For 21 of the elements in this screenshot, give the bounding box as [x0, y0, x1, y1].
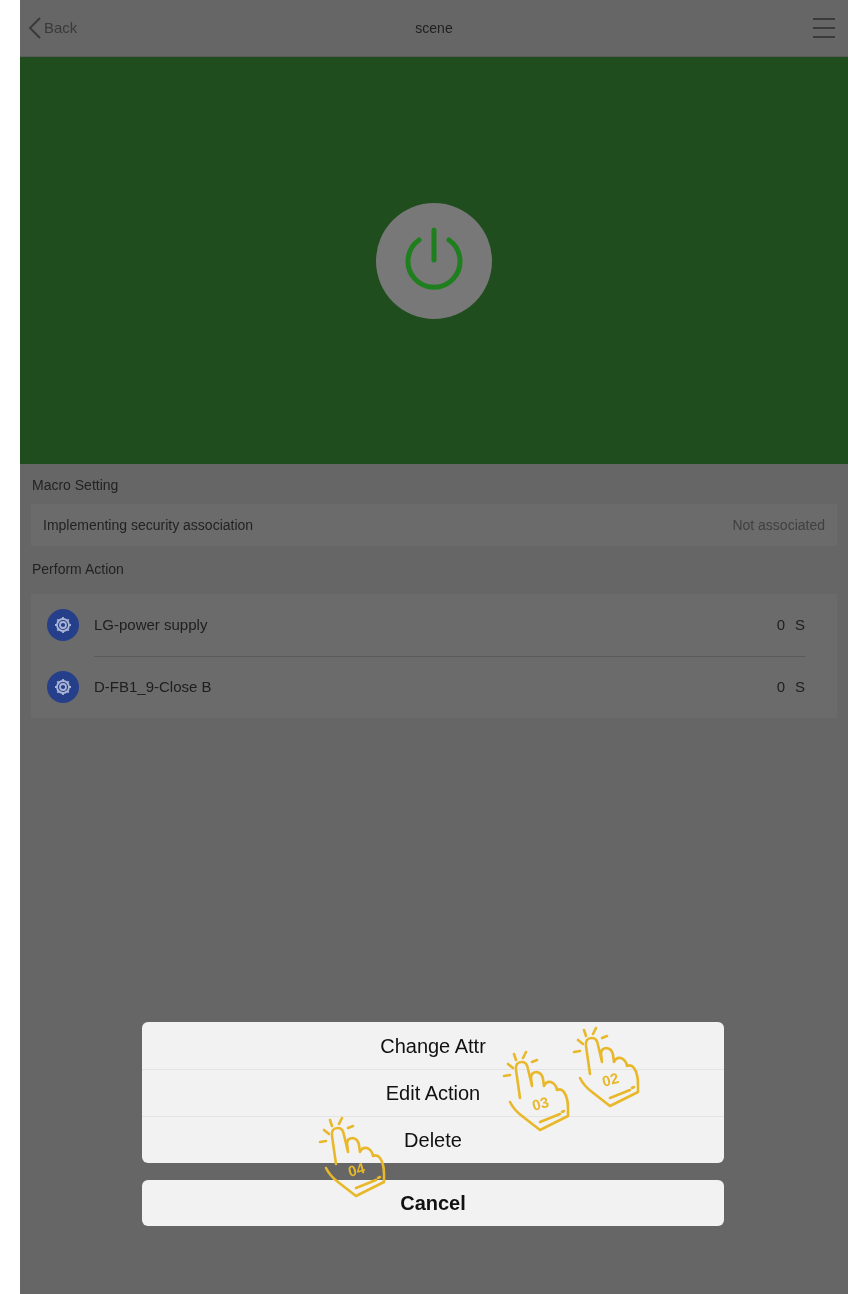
section-heading: Macro Setting: [31, 476, 120, 495]
menu-icon: [812, 17, 836, 39]
delay-value: 0: [776, 677, 785, 698]
step-number: 04: [346, 1160, 367, 1179]
step-number: 03: [530, 1094, 551, 1113]
section-heading: Perform Action: [31, 560, 125, 579]
action-name: D-FB1_9-Close B: [94, 677, 213, 698]
chevron-left-icon: [28, 17, 42, 39]
cancel-button[interactable]: Cancel: [142, 1180, 724, 1226]
delay-unit: S: [795, 677, 805, 698]
gear-icon: [47, 671, 79, 703]
gear-icon: [47, 609, 79, 641]
delay-unit: S: [795, 614, 805, 635]
sheet-option[interactable]: Delete: [142, 1116, 724, 1163]
setting-label: Implementing security association: [43, 515, 254, 535]
screen-title: scene: [414, 18, 454, 38]
sheet-option[interactable]: Change Attr: [142, 1022, 724, 1069]
action-name: LG-power supply: [94, 614, 209, 635]
menu-button[interactable]: [812, 17, 836, 39]
step-number: 02: [600, 1070, 621, 1089]
delay-value: 0: [776, 614, 785, 635]
